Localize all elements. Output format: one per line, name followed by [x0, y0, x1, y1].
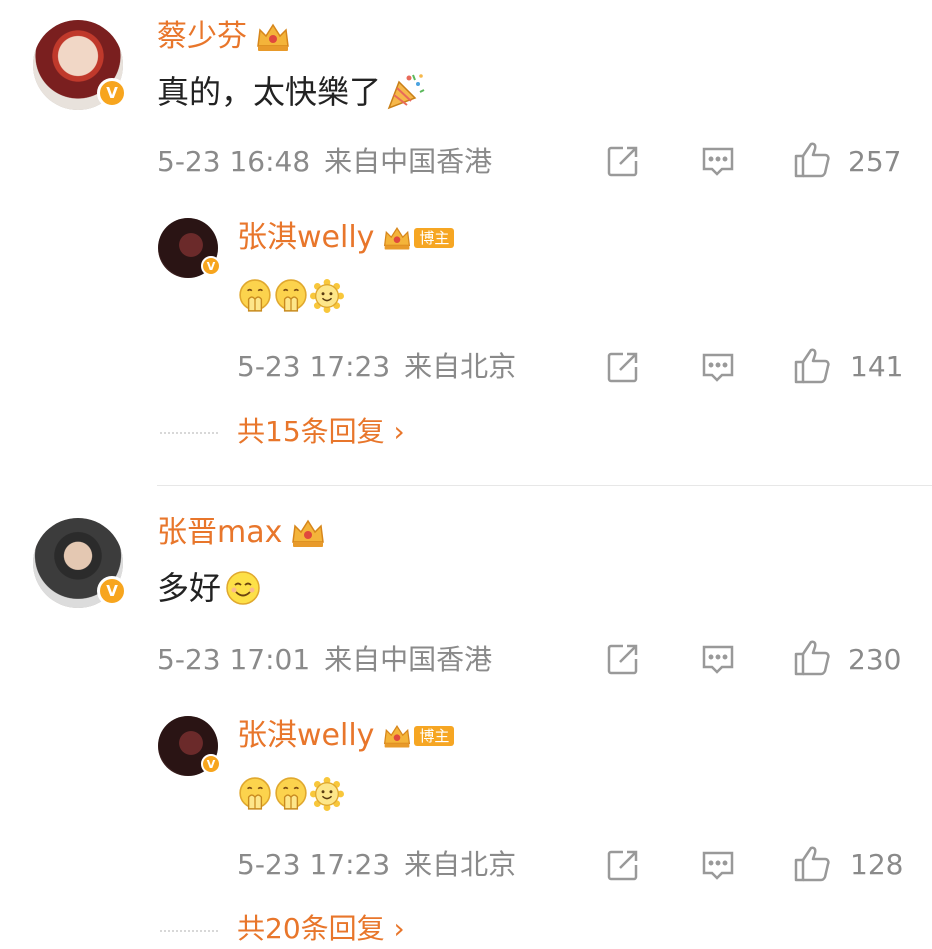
comment-time: 5-23 17:01 — [157, 643, 311, 676]
like-count: 230 — [848, 643, 902, 676]
comment-author[interactable]: 蔡少芬 — [157, 19, 291, 55]
like-icon[interactable] — [793, 638, 833, 678]
reply-leader-line — [160, 930, 218, 932]
like-count: 128 — [850, 848, 904, 881]
verified-badge: V — [97, 78, 127, 108]
comment-icon[interactable] — [700, 143, 736, 179]
reply-leader-line — [160, 432, 218, 434]
like-count: 257 — [848, 145, 902, 178]
comment-time: 5-23 16:48 — [157, 145, 311, 178]
crown-icon — [257, 24, 289, 52]
reply-author[interactable]: 张淇welly 博主 — [237, 718, 455, 754]
reply-location: 来自北京 — [404, 350, 517, 383]
more-replies-link[interactable]: 共20条回复 › — [237, 912, 405, 946]
hands-together-emoji — [275, 777, 307, 810]
verified-badge: V — [201, 754, 221, 774]
comment-divider — [157, 485, 932, 486]
comment-meta: 5-23 17:01 来自中国香港 — [157, 643, 492, 677]
reply-meta: 5-23 17:23 来自北京 — [237, 848, 516, 882]
comment-body: 多好 — [157, 569, 222, 607]
reply-text — [238, 777, 344, 811]
reply-avatar[interactable]: V — [158, 716, 221, 776]
reply-meta: 5-23 17:23 来自北京 — [237, 350, 516, 384]
share-icon[interactable] — [605, 143, 641, 179]
verified-badge: V — [201, 256, 221, 276]
hands-together-emoji — [275, 279, 307, 312]
comment-text: 真的，太快樂了 — [157, 72, 427, 112]
author-name: 蔡少芬 — [157, 19, 247, 54]
author-name: 张淇welly — [237, 718, 375, 753]
crown-icon — [292, 520, 325, 548]
share-icon[interactable] — [605, 847, 641, 883]
reply-time: 5-23 17:23 — [237, 848, 391, 881]
reply-location: 来自北京 — [404, 848, 517, 881]
sun-smile-emoji — [310, 777, 344, 811]
comment-body: 真的，太快樂了 — [157, 73, 382, 111]
blogger-badge: 博主 — [414, 228, 455, 248]
smile-emoji — [226, 571, 260, 605]
sun-smile-emoji — [310, 279, 344, 313]
reply-text — [238, 279, 344, 313]
avatar[interactable]: V — [33, 518, 127, 608]
reply-time: 5-23 17:23 — [237, 350, 391, 383]
crown-icon — [384, 725, 411, 749]
blogger-badge: 博主 — [414, 726, 455, 746]
author-name: 张淇welly — [237, 220, 375, 255]
like-icon[interactable] — [793, 140, 833, 180]
party-popper-emoji — [388, 73, 426, 109]
comment-location: 来自中国香港 — [324, 145, 493, 178]
comment-text: 多好 — [157, 568, 261, 608]
hands-together-emoji — [239, 279, 271, 312]
comment-author[interactable]: 张晋max — [157, 515, 326, 551]
comment-icon[interactable] — [700, 641, 736, 677]
more-replies-link[interactable]: 共15条回复 › — [237, 415, 405, 449]
like-icon[interactable] — [793, 844, 833, 884]
comment-meta: 5-23 16:48 来自中国香港 — [157, 145, 492, 179]
comment-location: 来自中国香港 — [324, 643, 493, 676]
like-icon[interactable] — [793, 346, 833, 386]
avatar[interactable]: V — [33, 20, 127, 110]
like-count: 141 — [850, 350, 904, 383]
reply-avatar[interactable]: V — [158, 218, 221, 278]
author-name: 张晋max — [157, 515, 283, 550]
share-icon[interactable] — [605, 641, 641, 677]
reply-author[interactable]: 张淇welly 博主 — [237, 220, 455, 256]
hands-together-emoji — [239, 777, 271, 810]
verified-badge: V — [97, 576, 127, 606]
comment-icon[interactable] — [700, 847, 736, 883]
share-icon[interactable] — [605, 349, 641, 385]
comment-icon[interactable] — [700, 349, 736, 385]
crown-icon — [384, 227, 411, 251]
